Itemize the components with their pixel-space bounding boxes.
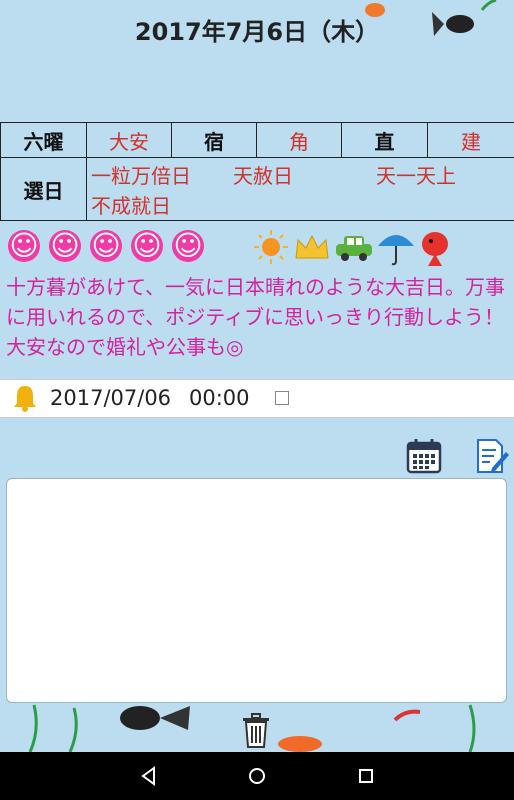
alarm-bar: 2017/07/06 00:00 bbox=[0, 379, 514, 418]
choku-label: 直 bbox=[341, 122, 428, 158]
alarm-date[interactable]: 2017/07/06 bbox=[50, 386, 171, 410]
sea-bream-icon bbox=[422, 232, 448, 266]
crown-icon bbox=[295, 234, 329, 259]
smile-icon: ☺ bbox=[90, 229, 122, 262]
smile-icon: ☺ bbox=[49, 229, 81, 262]
fortune-ratings: ☺ ☺ ☺ ☺ ☺ bbox=[0, 226, 514, 268]
rokuyo-label: 六曜 bbox=[0, 122, 87, 158]
header: 2017年7月6日（木） bbox=[0, 0, 514, 122]
system-navigation-bar bbox=[0, 752, 514, 800]
almanac-table: 六曜 大安 宿 角 直 建 選日 一粒万倍日 天赦日 天一天上 不成就日 bbox=[0, 122, 514, 221]
umbrella-icon bbox=[378, 235, 414, 266]
home-icon[interactable] bbox=[245, 764, 269, 788]
senjitsu-item: 天一天上 bbox=[376, 164, 456, 188]
alarm-checkbox[interactable] bbox=[275, 391, 289, 405]
senjitsu-item: 不成就日 bbox=[91, 194, 171, 218]
smile-icon: ☺ bbox=[8, 229, 40, 262]
calendar-icon[interactable] bbox=[406, 438, 442, 474]
smile-icon: ☺ bbox=[131, 229, 163, 262]
fortune-message: 十方暮があけて、一気に日本晴れのような大吉日。万事に用いれるので、ポジティブに思… bbox=[6, 275, 505, 359]
edit-note-icon[interactable] bbox=[474, 438, 510, 474]
alarm-time[interactable]: 00:00 bbox=[189, 386, 250, 410]
sun-icon bbox=[254, 230, 288, 264]
shuku-value: 角 bbox=[256, 122, 342, 158]
senjitsu-values: 一粒万倍日 天赦日 天一天上 不成就日 bbox=[87, 158, 514, 220]
back-icon[interactable] bbox=[137, 764, 161, 788]
choku-value: 建 bbox=[427, 122, 514, 158]
car-icon bbox=[336, 236, 372, 261]
memo-field[interactable] bbox=[6, 478, 507, 703]
shuku-label: 宿 bbox=[171, 122, 257, 158]
page-title: 2017年7月6日（木） bbox=[134, 18, 380, 46]
trash-icon[interactable] bbox=[241, 713, 271, 749]
senjitsu-item: 天赦日 bbox=[233, 164, 293, 188]
senjitsu-item: 一粒万倍日 bbox=[91, 164, 191, 188]
smile-icon: ☺ bbox=[172, 229, 204, 262]
recents-icon[interactable] bbox=[354, 764, 378, 788]
bell-icon[interactable] bbox=[12, 384, 38, 412]
rokuyo-value: 大安 bbox=[86, 122, 172, 158]
senjitsu-label: 選日 bbox=[0, 157, 87, 221]
